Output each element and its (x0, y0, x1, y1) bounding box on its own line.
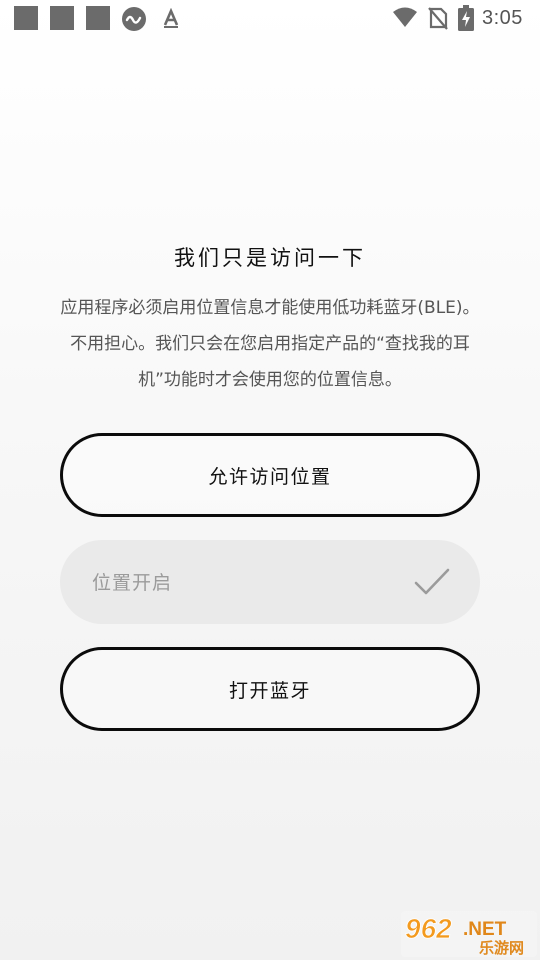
page-title: 我们只是访问一下 (174, 246, 366, 270)
circle-app-icon (122, 7, 146, 31)
wifi-icon (393, 7, 417, 27)
site-watermark-logo: 962 .NET 乐游网 (401, 911, 537, 957)
location-status-label: 位置开启 (92, 572, 173, 594)
location-enabled-status: 位置开启 (60, 540, 480, 624)
watermark-cn: 乐游网 (479, 939, 524, 957)
no-sim-icon (428, 7, 448, 30)
status-bar: 3:05 (0, 0, 540, 36)
open-bluetooth-button[interactable]: 打开蓝牙 (60, 647, 480, 731)
notification-placeholder-icon (86, 6, 110, 30)
watermark-suffix: .NET (463, 919, 507, 940)
notification-placeholder-icon (14, 6, 38, 30)
check-icon (414, 568, 450, 595)
a-letter-icon (163, 8, 179, 28)
page-description: 应用程序必须启用位置信息才能使用低功耗蓝牙(BLE)。不用担心。我们只会在您启用… (60, 298, 480, 390)
allow-location-button[interactable]: 允许访问位置 (60, 433, 480, 517)
status-time: 3:05 (482, 7, 523, 29)
battery-charging-icon (458, 5, 474, 31)
watermark-number: 962 (405, 913, 452, 944)
notification-placeholder-icon (50, 6, 74, 30)
